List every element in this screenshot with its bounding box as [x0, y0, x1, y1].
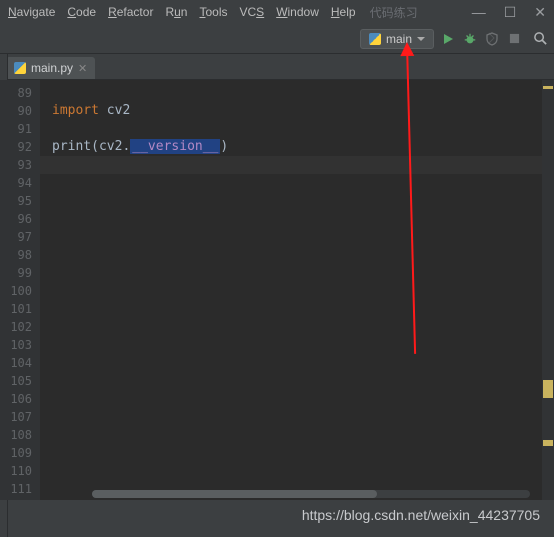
- code-line-94: [52, 174, 542, 192]
- line-number: 102: [0, 318, 32, 336]
- line-number: 89: [0, 84, 32, 102]
- code-editor[interactable]: 8990919293949596979899100101102103104105…: [0, 80, 554, 500]
- line-number: 93: [0, 156, 32, 174]
- warning-mark[interactable]: [543, 440, 553, 446]
- line-number: 101: [0, 300, 32, 318]
- scrollbar-thumb[interactable]: [92, 490, 377, 498]
- main-menu: Navigate Code Refactor Run Tools VCS Win…: [8, 5, 356, 19]
- tab-filename: main.py: [31, 61, 73, 75]
- line-number: 108: [0, 426, 32, 444]
- warning-mark[interactable]: [543, 380, 553, 398]
- line-number: 105: [0, 372, 32, 390]
- code-area[interactable]: import cv2 print(cv2.__version__): [40, 80, 542, 500]
- line-number: 90: [0, 102, 32, 120]
- search-button[interactable]: [532, 31, 548, 47]
- stop-button: [506, 31, 522, 47]
- python-icon: [369, 33, 381, 45]
- minimize-button[interactable]: —: [472, 5, 486, 19]
- maximize-button[interactable]: ☐: [504, 5, 517, 19]
- close-window-button[interactable]: ✕: [534, 5, 546, 19]
- code-line-89: [52, 84, 542, 102]
- python-icon: [14, 62, 26, 74]
- line-number: 97: [0, 228, 32, 246]
- menu-tools[interactable]: Tools: [199, 5, 227, 19]
- line-number: 100: [0, 282, 32, 300]
- horizontal-scrollbar[interactable]: [92, 490, 530, 498]
- line-number: 96: [0, 210, 32, 228]
- menu-code[interactable]: Code: [67, 5, 96, 19]
- line-number: 110: [0, 462, 32, 480]
- line-number: 98: [0, 246, 32, 264]
- code-line-90: import cv2: [52, 102, 542, 120]
- current-line-highlight: [40, 156, 542, 174]
- menu-refactor[interactable]: Refactor: [108, 5, 153, 19]
- menu-run[interactable]: Run: [165, 5, 187, 19]
- error-stripe[interactable]: [542, 80, 554, 500]
- close-tab-icon[interactable]: ✕: [78, 62, 87, 75]
- debug-button[interactable]: [462, 31, 478, 47]
- line-number: 92: [0, 138, 32, 156]
- editor-tab-main[interactable]: main.py ✕: [6, 57, 95, 79]
- project-name: 代码练习: [370, 4, 418, 21]
- line-number: 99: [0, 264, 32, 282]
- menu-navigate[interactable]: Navigate: [8, 5, 55, 19]
- line-number: 94: [0, 174, 32, 192]
- menu-window[interactable]: Window: [276, 5, 319, 19]
- run-config-selector[interactable]: main: [360, 29, 434, 49]
- warning-mark[interactable]: [543, 86, 553, 89]
- line-number: 103: [0, 336, 32, 354]
- line-number: 111: [0, 480, 32, 498]
- line-number: 107: [0, 408, 32, 426]
- line-number: 109: [0, 444, 32, 462]
- line-number: 95: [0, 192, 32, 210]
- menu-vcs[interactable]: VCS: [240, 5, 265, 19]
- code-line-91: [52, 120, 542, 138]
- code-line-92: print(cv2.__version__): [52, 138, 542, 156]
- watermark-text: https://blog.csdn.net/weixin_44237705: [302, 507, 540, 523]
- line-number: 106: [0, 390, 32, 408]
- run-button[interactable]: [440, 31, 456, 47]
- line-number: 91: [0, 120, 32, 138]
- run-coverage-button[interactable]: [484, 31, 500, 47]
- menu-help[interactable]: Help: [331, 5, 356, 19]
- chevron-down-icon: [417, 37, 425, 41]
- line-number-gutter: 8990919293949596979899100101102103104105…: [0, 80, 40, 500]
- line-number: 104: [0, 354, 32, 372]
